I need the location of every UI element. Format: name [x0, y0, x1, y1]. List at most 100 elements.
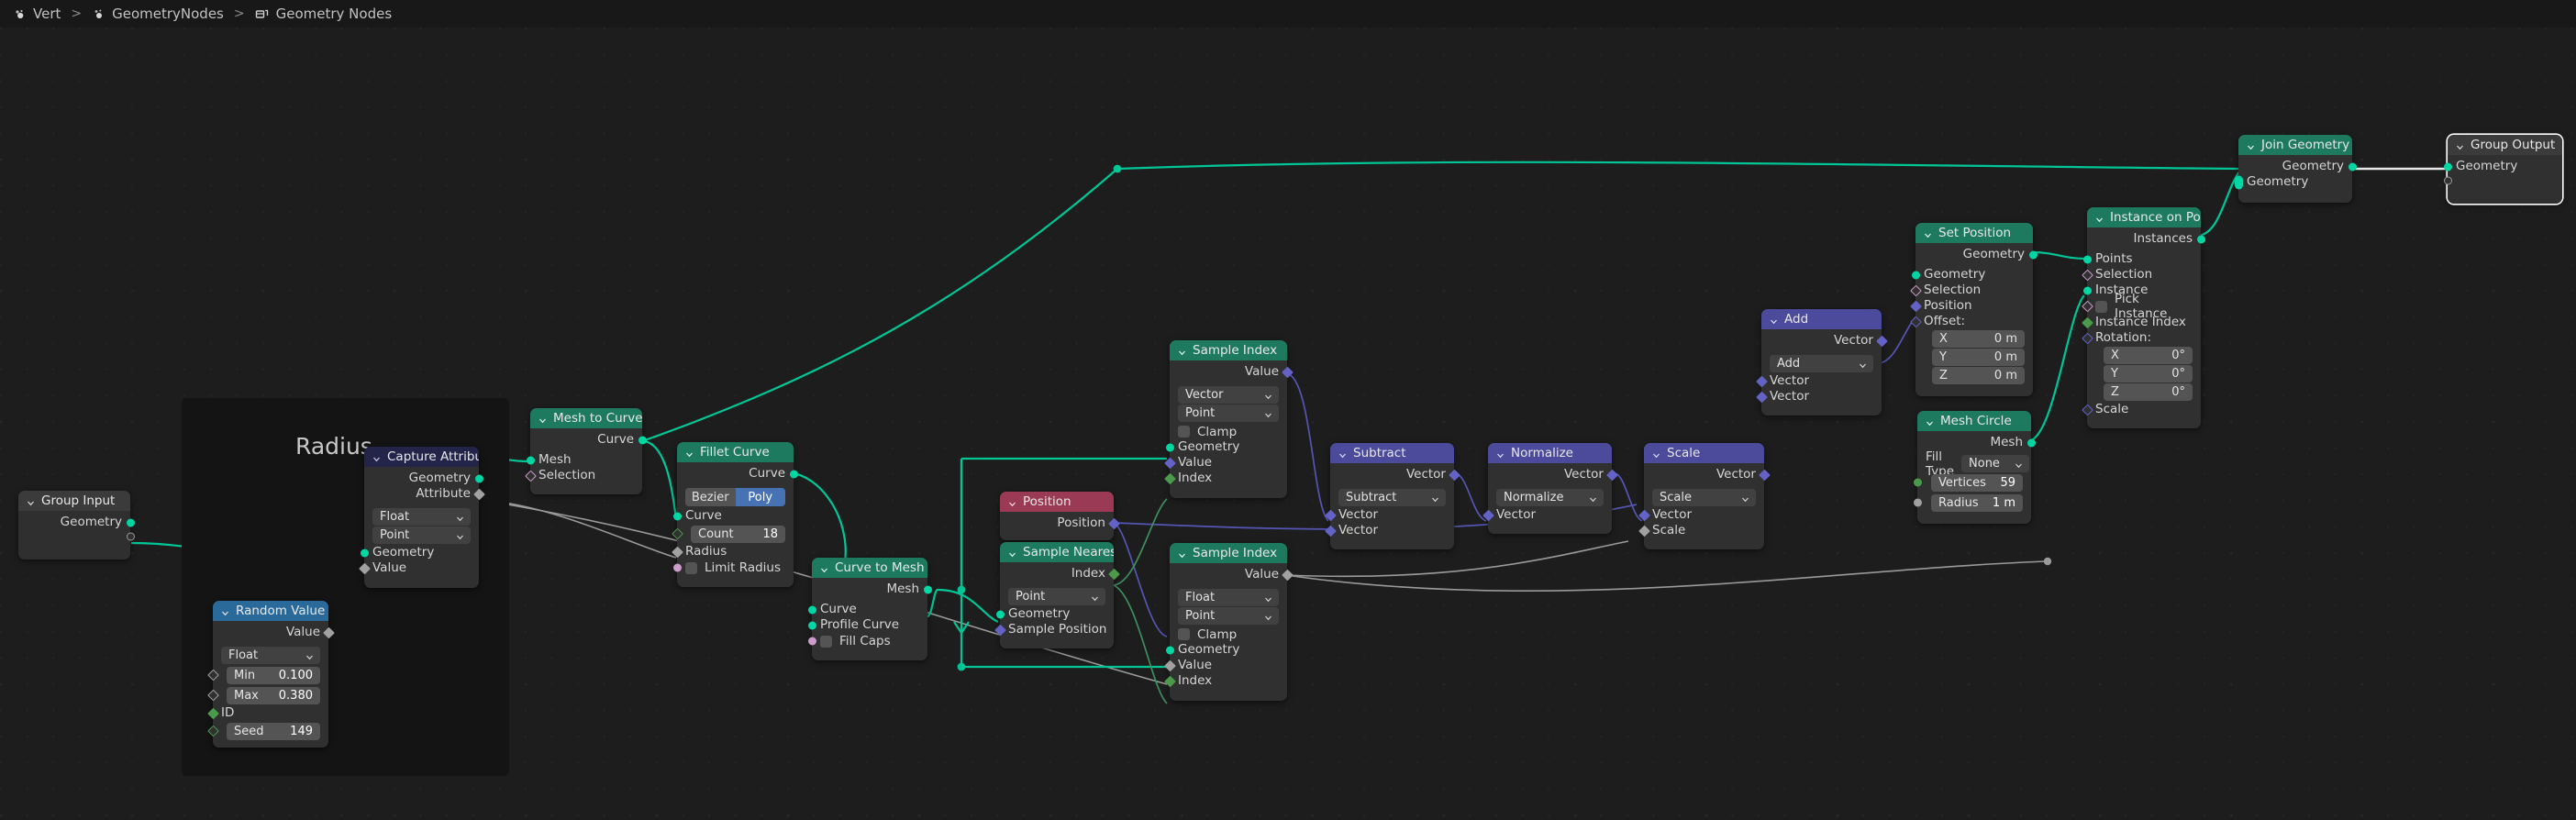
- mesh-input-socket[interactable]: [526, 456, 535, 464]
- curve-output-socket[interactable]: [789, 470, 798, 478]
- socket-row-mesh-in[interactable]: Mesh: [526, 452, 642, 468]
- vector-output-socket[interactable]: [1758, 469, 1771, 481]
- domain-dropdown[interactable]: Point: [1178, 404, 1279, 422]
- chevron-down-icon[interactable]: [1496, 449, 1505, 458]
- domain-dropdown[interactable]: Point: [1178, 607, 1279, 625]
- breadcrumb-item-modifier[interactable]: GeometryNodes: [112, 6, 224, 21]
- chevron-down-icon[interactable]: [1008, 548, 1016, 557]
- socket-row-count[interactable]: Count 18: [671, 524, 794, 544]
- mesh-output-socket[interactable]: [2026, 438, 2036, 447]
- vertices-input-socket[interactable]: [1913, 478, 1922, 487]
- socket-row-pick-instance[interactable]: Pick Instance: [2081, 292, 2201, 321]
- chevron-down-icon[interactable]: [1924, 228, 1932, 238]
- operation-dropdown[interactable]: Add: [1770, 354, 1873, 372]
- chevron-down-icon[interactable]: [820, 563, 828, 572]
- geometry-input-socket[interactable]: [2443, 162, 2452, 171]
- field-value[interactable]: 0.380: [279, 689, 313, 703]
- node-sample-index-top[interactable]: Sample Index Value Vector Point Clamp Ge…: [1163, 340, 1294, 498]
- socket-row-radius[interactable]: Radius 1 m: [1913, 493, 2031, 513]
- socket-row-geometry-in[interactable]: Geometry: [360, 546, 479, 561]
- offset-input-socket[interactable]: [1909, 316, 1922, 327]
- geometry-input-socket[interactable]: [1165, 646, 1174, 655]
- data-type-dropdown[interactable]: Float: [1178, 588, 1279, 606]
- socket-row-vector-out[interactable]: Vector: [1330, 467, 1460, 482]
- instance-index-input-socket[interactable]: [2081, 316, 2093, 328]
- socket-row-seed[interactable]: Seed 149: [206, 721, 328, 741]
- virtual-input-socket[interactable]: [2443, 176, 2452, 185]
- socket-row-geometry-out[interactable]: Geometry: [18, 515, 135, 530]
- geometry-input-socket[interactable]: [995, 610, 1005, 618]
- socket-row-geometry-in[interactable]: Geometry: [2443, 159, 2562, 174]
- scale-input-socket[interactable]: [1638, 525, 1650, 537]
- node-capture-attribute[interactable]: Capture Attribute Geometry Attribute Flo…: [358, 447, 485, 588]
- node-header[interactable]: Set Position: [1915, 223, 2033, 243]
- socket-row-vector-a[interactable]: Vector: [1755, 373, 1882, 389]
- socket-row-curve-in[interactable]: Curve: [672, 508, 794, 524]
- field-value[interactable]: 18: [762, 527, 778, 541]
- node-header[interactable]: Capture Attribute: [364, 447, 479, 467]
- axis-value[interactable]: 0 m: [1994, 350, 2017, 364]
- node-normalize[interactable]: Normalize Vector Normalize Vector: [1482, 443, 1618, 534]
- chevron-down-icon[interactable]: [1178, 549, 1186, 558]
- breadcrumb-item-editor[interactable]: Geometry Nodes: [276, 6, 393, 21]
- operation-dropdown[interactable]: Normalize: [1496, 488, 1604, 506]
- chevron-down-icon[interactable]: [2247, 140, 2255, 150]
- curve-output-socket[interactable]: [638, 436, 647, 444]
- geometry-multi-input-socket[interactable]: [2234, 175, 2243, 189]
- node-header[interactable]: Mesh Circle: [1917, 411, 2031, 431]
- selection-input-socket[interactable]: [2081, 269, 2093, 281]
- node-header[interactable]: Subtract: [1330, 443, 1454, 463]
- socket-row-radius[interactable]: Radius: [671, 544, 794, 560]
- domain-dropdown[interactable]: Point: [1008, 587, 1105, 605]
- chevron-down-icon[interactable]: [1338, 449, 1347, 458]
- geometry-input-socket[interactable]: [1165, 443, 1174, 452]
- socket-row-id[interactable]: ID: [206, 705, 328, 721]
- fill-type-dropdown[interactable]: None: [1961, 455, 2030, 472]
- node-sample-index-bottom[interactable]: Sample Index Value Float Point Clamp Geo…: [1163, 543, 1294, 701]
- chevron-down-icon[interactable]: [2456, 140, 2464, 150]
- node-position[interactable]: Position Position: [1000, 492, 1120, 540]
- node-header[interactable]: Instance on Points: [2087, 207, 2201, 227]
- node-header[interactable]: Curve to Mesh: [812, 558, 927, 578]
- node-header[interactable]: Sample Index: [1170, 340, 1287, 360]
- value-input-socket[interactable]: [1163, 457, 1176, 470]
- socket-row-profile-curve-in[interactable]: Profile Curve: [807, 617, 927, 633]
- domain-dropdown[interactable]: Point: [372, 526, 471, 544]
- node-header[interactable]: Group Output: [2448, 135, 2562, 155]
- chevron-down-icon[interactable]: [1652, 449, 1660, 458]
- sample-position-input-socket[interactable]: [994, 624, 1006, 636]
- field-value[interactable]: 0.100: [279, 669, 313, 682]
- socket-row-selection-in[interactable]: Selection: [524, 468, 642, 483]
- node-fillet-curve[interactable]: Fillet Curve Curve Bezier Poly Curve Cou…: [671, 442, 798, 587]
- node-scale[interactable]: Scale Vector Scale Vector Scale: [1638, 443, 1771, 549]
- socket-row-points-in[interactable]: Points: [2082, 251, 2201, 267]
- data-type-dropdown[interactable]: Vector: [1178, 385, 1279, 404]
- node-join-geometry[interactable]: Join Geometry Geometry Geometry: [2234, 135, 2357, 203]
- chevron-down-icon[interactable]: [685, 448, 694, 457]
- chevron-down-icon[interactable]: [221, 606, 229, 615]
- rotation-input-socket[interactable]: [2081, 332, 2093, 344]
- socket-row-scale-in[interactable]: Scale: [1638, 523, 1764, 538]
- socket-row-attribute-out[interactable]: Attribute: [364, 486, 485, 502]
- socket-row-value-out[interactable]: Value: [1170, 567, 1294, 582]
- vector-input-socket[interactable]: [1638, 509, 1650, 521]
- socket-row-value-in[interactable]: Value: [358, 561, 479, 577]
- node-header[interactable]: Position: [1000, 492, 1114, 512]
- node-header[interactable]: Sample Nearest: [1000, 542, 1114, 562]
- socket-row-value-out[interactable]: Value: [213, 625, 335, 640]
- socket-row-vector-in[interactable]: Vector: [1482, 507, 1612, 523]
- clamp-checkbox[interactable]: [1178, 426, 1190, 438]
- socket-row-geometry-in[interactable]: Geometry: [995, 606, 1114, 622]
- node-mesh-to-curve[interactable]: Mesh to Curve Curve Mesh Selection: [524, 408, 647, 494]
- geometry-output-socket[interactable]: [474, 474, 483, 482]
- socket-row-value-in[interactable]: Value: [1163, 456, 1287, 471]
- axis-value[interactable]: 0 m: [1994, 332, 2017, 346]
- node-instance-on-points[interactable]: Instance on Points Instances Points Sele…: [2081, 207, 2205, 428]
- chevron-down-icon[interactable]: [539, 414, 547, 423]
- socket-row-rotation[interactable]: Rotation:: [2081, 330, 2201, 346]
- socket-row-max[interactable]: Max 0.380: [206, 685, 328, 705]
- field-value[interactable]: 149: [290, 725, 313, 738]
- geometry-input-socket[interactable]: [1911, 271, 1920, 279]
- vector-output-socket[interactable]: [1448, 469, 1460, 481]
- node-header[interactable]: Fillet Curve: [677, 442, 794, 462]
